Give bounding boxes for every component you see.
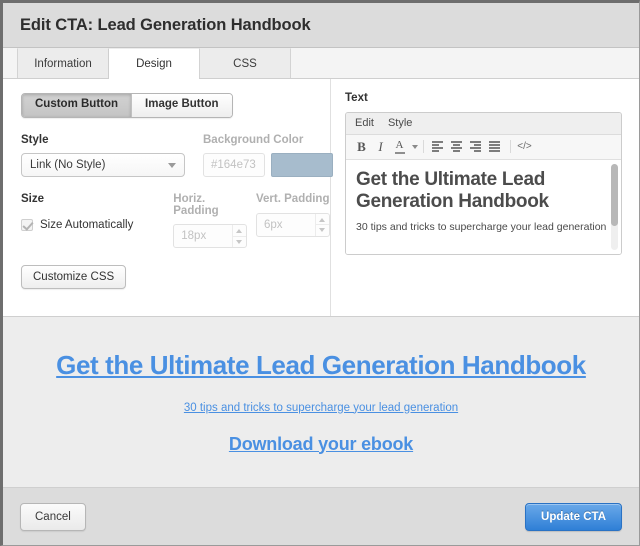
chevron-down-icon[interactable] xyxy=(412,144,418,149)
toolbar-divider xyxy=(423,140,424,153)
style-label: Style xyxy=(21,133,49,146)
customize-css-button[interactable]: Customize CSS xyxy=(21,265,127,289)
rich-text-editor: Edit Style B I A </> Get the Ultimate Le… xyxy=(345,111,622,255)
button-type-toggle[interactable]: Custom Button Image Button xyxy=(21,93,233,118)
style-color-row: Style Link (No Style) Background Color #… xyxy=(21,133,333,177)
vert-padding-stepper[interactable]: 6px xyxy=(256,212,330,237)
background-color-label: Background Color xyxy=(203,133,304,146)
chevron-down-icon xyxy=(168,162,176,168)
editor-scrollbar[interactable] xyxy=(611,163,618,250)
stepper-arrows-icon[interactable] xyxy=(232,225,247,247)
horiz-padding-value: 18px xyxy=(181,230,207,242)
design-right-pane: Text Edit Style B I A </> Get the Ultima… xyxy=(331,79,639,316)
stepper-arrows-icon[interactable] xyxy=(315,213,329,236)
editor-content-area[interactable]: Get the Ultimate Lead Generation Handboo… xyxy=(346,159,621,254)
size-padding-row: Size Size Automatically Horiz. Padding 1… xyxy=(21,193,330,248)
editor-toolbar: B I A </> xyxy=(346,134,621,160)
source-code-icon[interactable]: </> xyxy=(516,138,533,156)
style-select-value: Link (No Style) xyxy=(30,159,106,171)
image-button-option[interactable]: Image Button xyxy=(131,94,232,117)
menu-style[interactable]: Style xyxy=(388,117,412,129)
preview-heading-link[interactable]: Get the Ultimate Lead Generation Handboo… xyxy=(56,350,586,381)
horiz-padding-stepper[interactable]: 18px xyxy=(173,224,248,248)
editor-menubar: Edit Style xyxy=(346,112,621,135)
tab-information[interactable]: Information xyxy=(17,48,109,78)
size-field: Size Size Automatically xyxy=(21,193,173,248)
page-title: Edit CTA: Lead Generation Handbook xyxy=(20,15,311,34)
horiz-padding-label: Horiz. Padding xyxy=(173,193,219,217)
edit-cta-modal: Edit CTA: Lead Generation Handbook Infor… xyxy=(0,0,640,546)
tab-css[interactable]: CSS xyxy=(199,48,291,78)
text-color-letter: A xyxy=(395,138,404,151)
cancel-button[interactable]: Cancel xyxy=(20,502,86,531)
editor-paragraph-text: 30 tips and tricks to supercharge your l… xyxy=(356,221,607,234)
preview-subheading-link[interactable]: 30 tips and tricks to supercharge your l… xyxy=(184,402,458,414)
text-editor-label: Text xyxy=(345,92,368,104)
horiz-padding-field: Horiz. Padding 18px xyxy=(173,193,248,248)
background-color-swatch[interactable] xyxy=(271,153,333,177)
vert-padding-label: Vert. Padding xyxy=(256,193,330,205)
size-automatically-checkbox-row[interactable]: Size Automatically xyxy=(21,213,173,237)
align-right-icon[interactable] xyxy=(467,138,484,156)
background-color-input[interactable]: #164e73 xyxy=(203,153,265,177)
editor-scrollbar-thumb[interactable] xyxy=(611,163,618,226)
tab-bar: Information Design CSS xyxy=(3,48,639,79)
vert-padding-field: Vert. Padding 6px xyxy=(256,193,330,248)
text-color-bar xyxy=(394,151,405,154)
cta-preview: Get the Ultimate Lead Generation Handboo… xyxy=(3,317,639,488)
size-label: Size xyxy=(21,193,45,205)
align-center-icon[interactable] xyxy=(448,138,465,156)
background-color-field: Background Color #164e73 xyxy=(203,133,333,177)
custom-button-option[interactable]: Custom Button xyxy=(22,94,132,117)
bold-icon[interactable]: B xyxy=(353,138,370,156)
modal-footer: Cancel Update CTA xyxy=(3,488,639,545)
update-cta-button[interactable]: Update CTA xyxy=(525,502,622,531)
toolbar-divider xyxy=(510,140,511,153)
style-field: Style Link (No Style) xyxy=(21,133,185,177)
style-select[interactable]: Link (No Style) xyxy=(21,153,185,177)
align-left-icon[interactable] xyxy=(429,138,446,156)
design-left-pane: Custom Button Image Button Style Link (N… xyxy=(3,79,333,316)
menu-edit[interactable]: Edit xyxy=(355,117,374,129)
vert-padding-value: 6px xyxy=(264,218,283,231)
checkmark-icon[interactable] xyxy=(21,218,33,231)
design-panel: Custom Button Image Button Style Link (N… xyxy=(3,79,639,317)
italic-icon[interactable]: I xyxy=(372,138,389,156)
preview-cta-link[interactable]: Download your ebook xyxy=(229,434,413,455)
align-justify-icon[interactable] xyxy=(486,138,503,156)
editor-heading-text: Get the Ultimate Lead Generation Handboo… xyxy=(356,168,549,212)
size-automatically-label: Size Automatically xyxy=(40,218,134,231)
text-color-icon[interactable]: A xyxy=(391,138,408,156)
tab-design[interactable]: Design xyxy=(108,48,200,79)
modal-titlebar: Edit CTA: Lead Generation Handbook xyxy=(3,3,639,48)
